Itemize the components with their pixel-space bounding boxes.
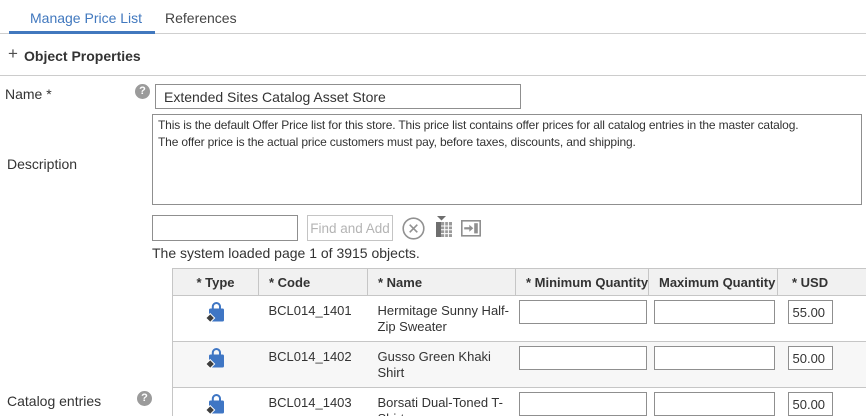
product-bag-icon [203, 313, 229, 328]
name-label: Name * [5, 86, 52, 102]
column-chooser-icon[interactable] [432, 213, 457, 243]
col-header-usd: * USD [778, 269, 866, 296]
col-header-min-qty: * Minimum Quantity [516, 269, 649, 296]
product-bag-icon [203, 359, 229, 374]
tab-manage-price-list[interactable]: Manage Price List [30, 10, 142, 26]
max-qty-cell [649, 296, 778, 342]
row-code: BCL014_1403 [259, 388, 368, 416]
min-qty-cell [516, 388, 649, 416]
description-label: Description [7, 156, 77, 172]
manage-price-list-page: Manage Price List References + Object Pr… [0, 0, 866, 416]
name-input[interactable] [155, 84, 521, 109]
min-qty-input[interactable] [519, 392, 647, 416]
max-qty-cell [649, 388, 778, 416]
find-and-add-button[interactable]: Find and Add [307, 215, 393, 241]
row-name: Borsati Dual-Toned T-Shirt [368, 388, 516, 416]
table-header-row: * Type * Code * Name * Minimum Quantity … [173, 269, 866, 296]
max-qty-input[interactable] [654, 392, 775, 416]
row-code: BCL014_1401 [259, 296, 368, 342]
clear-icon[interactable] [401, 216, 426, 244]
col-header-max-qty: Maximum Quantity [649, 269, 778, 296]
row-name: Gusso Green Khaki Shirt [368, 342, 516, 388]
type-cell [173, 388, 259, 416]
usd-cell [778, 342, 866, 388]
active-tab-underline [9, 31, 155, 34]
min-qty-cell [516, 342, 649, 388]
table-row[interactable]: BCL014_1402 Gusso Green Khaki Shirt [173, 342, 866, 388]
col-header-name: * Name [368, 269, 516, 296]
section-divider [0, 75, 866, 76]
tab-references[interactable]: References [165, 10, 237, 26]
max-qty-input[interactable] [654, 346, 775, 370]
load-status-text: The system loaded page 1 of 3915 objects… [152, 245, 420, 261]
col-header-type: * Type [173, 269, 259, 296]
description-textarea[interactable]: This is the default Offer Price list for… [152, 114, 862, 205]
find-search-input[interactable] [152, 215, 298, 241]
section-title: Object Properties [24, 48, 141, 64]
usd-input[interactable] [788, 346, 833, 370]
catalog-entries-table: * Type * Code * Name * Minimum Quantity … [172, 268, 866, 416]
price-table-body: BCL014_1401 Hermitage Sunny Half-Zip Swe… [173, 296, 866, 416]
name-help-icon[interactable]: ? [135, 84, 150, 99]
collapse-plus-icon[interactable]: + [8, 45, 18, 63]
type-cell [173, 342, 259, 388]
max-qty-input[interactable] [654, 300, 775, 324]
catalog-entries-label: Catalog entries [7, 393, 101, 409]
row-name: Hermitage Sunny Half-Zip Sweater [368, 296, 516, 342]
product-bag-icon [203, 405, 229, 416]
usd-input[interactable] [788, 300, 833, 324]
table-row[interactable]: BCL014_1401 Hermitage Sunny Half-Zip Swe… [173, 296, 866, 342]
row-code: BCL014_1402 [259, 342, 368, 388]
type-cell [173, 296, 259, 342]
min-qty-cell [516, 296, 649, 342]
max-qty-cell [649, 342, 778, 388]
min-qty-input[interactable] [519, 346, 647, 370]
table-row[interactable]: BCL014_1403 Borsati Dual-Toned T-Shirt [173, 388, 866, 416]
usd-cell [778, 388, 866, 416]
usd-input[interactable] [788, 392, 833, 416]
col-header-code: * Code [259, 269, 368, 296]
usd-cell [778, 296, 866, 342]
open-panel-icon[interactable] [459, 216, 483, 243]
min-qty-input[interactable] [519, 300, 647, 324]
catalog-entries-help-icon[interactable]: ? [137, 391, 152, 406]
